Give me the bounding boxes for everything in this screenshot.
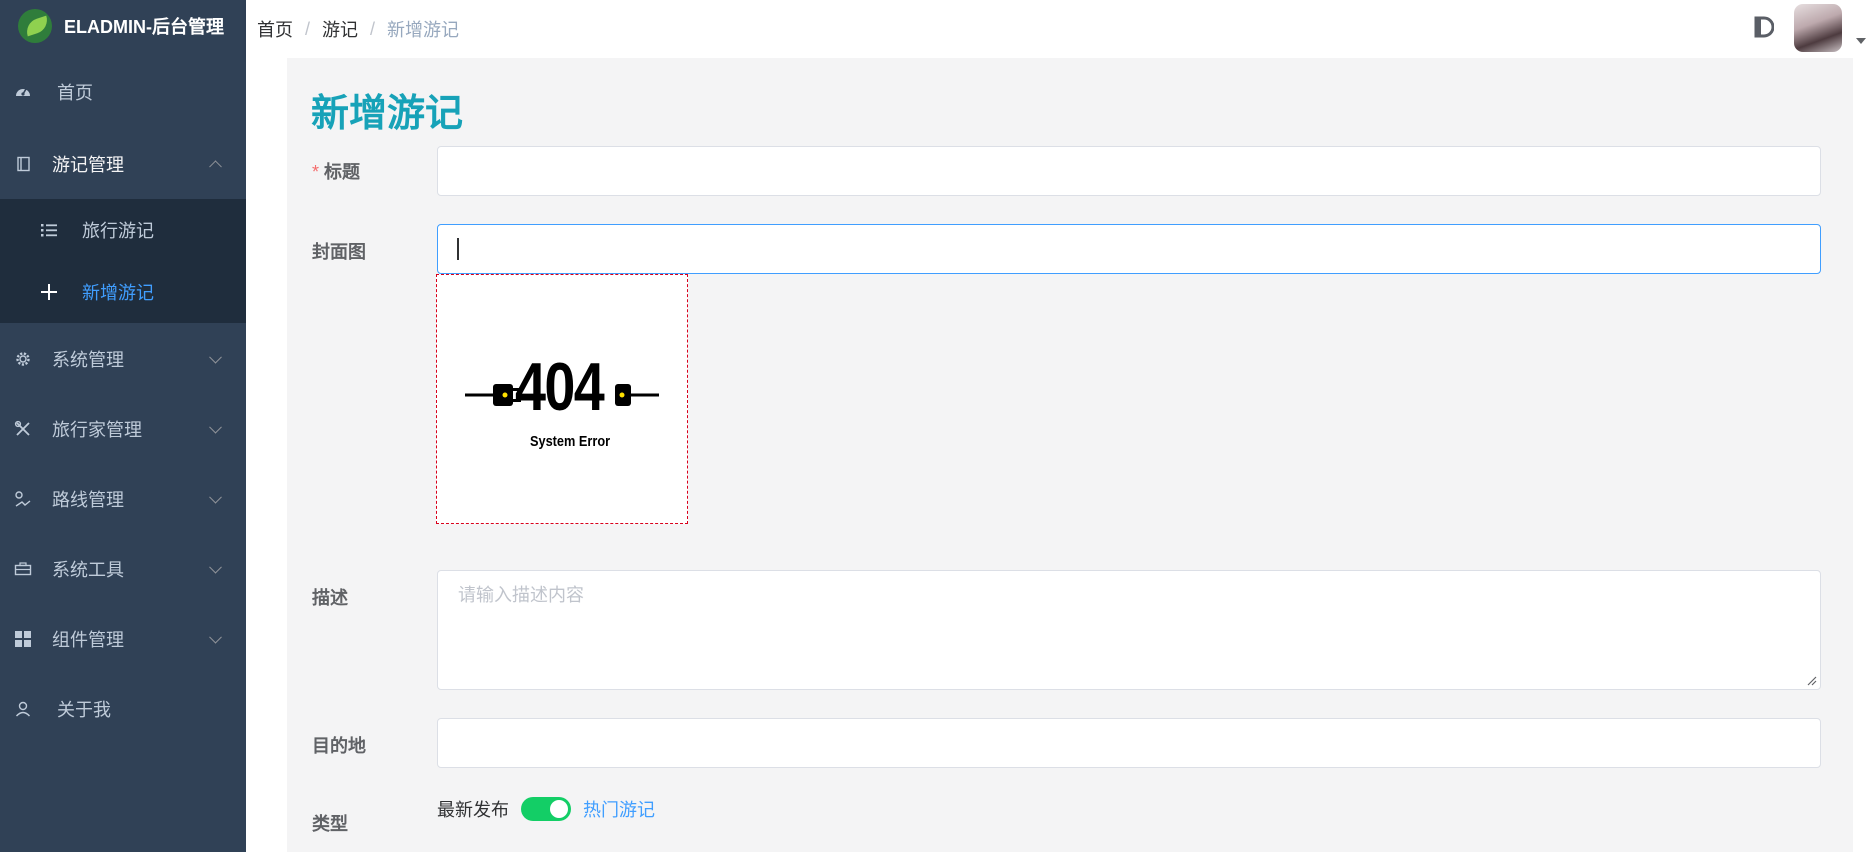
sidebar-item-travel-list[interactable]: 旅行游记 xyxy=(0,199,246,261)
plug-right-icon xyxy=(615,384,659,406)
chevron-up-icon xyxy=(209,160,222,174)
user-icon xyxy=(14,700,32,718)
list-icon xyxy=(40,221,58,239)
breadcrumb-travelogue[interactable]: 游记 xyxy=(322,16,358,42)
app-logo[interactable]: ELADMIN-后台管理 xyxy=(0,0,246,52)
gear-icon xyxy=(14,350,32,368)
type-on-label[interactable]: 热门游记 xyxy=(583,796,655,822)
required-mark: * xyxy=(312,162,320,182)
breadcrumb-home[interactable]: 首页 xyxy=(257,16,293,42)
description-label: 描述 xyxy=(312,588,348,608)
breadcrumb-separator: / xyxy=(370,18,376,39)
cover-label: 封面图 xyxy=(312,242,366,262)
sidebar-item-routes[interactable]: 路线管理 xyxy=(0,471,246,527)
title-label: * 标题 xyxy=(312,158,360,184)
sidebar-item-label: 旅行家管理 xyxy=(52,420,142,440)
type-label: 类型 xyxy=(312,814,348,834)
sidebar-item-label: 游记管理 xyxy=(52,155,124,175)
chevron-down-icon xyxy=(209,630,222,644)
cover-input[interactable] xyxy=(437,224,1821,274)
cover-preview: 404 System Error xyxy=(436,274,688,524)
breadcrumb-separator: / xyxy=(305,18,311,39)
sidebar-item-label: 组件管理 xyxy=(52,630,124,650)
avatar[interactable] xyxy=(1794,4,1842,52)
text-cursor xyxy=(457,238,459,260)
plus-icon xyxy=(40,283,58,301)
main-content: 新增游记 * 标题 封面图 404 System Error 描述 请输入描述内… xyxy=(246,58,1872,852)
sidebar-item-system[interactable]: 系统管理 xyxy=(0,331,246,387)
chevron-down-icon xyxy=(209,420,222,434)
title-input[interactable] xyxy=(437,146,1821,196)
error-message: System Error xyxy=(530,433,611,450)
description-textarea[interactable]: 请输入描述内容 xyxy=(437,570,1821,690)
title-label-text: 标题 xyxy=(324,162,361,182)
resize-handle-icon[interactable] xyxy=(1807,676,1817,686)
chevron-down-icon xyxy=(209,490,222,504)
breadcrumb: 首页 / 游记 / 新增游记 xyxy=(257,16,459,42)
sidebar: ELADMIN-后台管理 首页 游记管理 旅行游记 新增游记 系统管理 旅行家管… xyxy=(0,0,246,852)
switch-knob xyxy=(550,800,568,818)
type-off-label[interactable]: 最新发布 xyxy=(437,796,509,822)
type-toggle-switch[interactable] xyxy=(521,797,571,821)
topbar: 首页 / 游记 / 新增游记 xyxy=(246,0,1872,59)
sidebar-item-label: 系统工具 xyxy=(52,560,124,580)
sidebar-item-home[interactable]: 首页 xyxy=(0,64,246,120)
grid-icon xyxy=(14,630,32,648)
form-panel: 新增游记 * 标题 封面图 404 System Error 描述 请输入描述内… xyxy=(287,58,1853,852)
sidebar-subitem-label: 旅行游记 xyxy=(82,221,154,241)
sidebar-item-about[interactable]: 关于我 xyxy=(0,681,246,737)
sidebar-item-label: 关于我 xyxy=(57,700,111,720)
page-title: 新增游记 xyxy=(311,93,464,135)
route-icon xyxy=(14,490,32,508)
destination-label: 目的地 xyxy=(312,736,366,756)
sidebar-subitem-label: 新增游记 xyxy=(82,283,154,303)
breadcrumb-current: 新增游记 xyxy=(387,20,460,40)
destination-input[interactable] xyxy=(437,718,1821,768)
sidebar-item-label: 系统管理 xyxy=(52,350,124,370)
app-title: ELADMIN-后台管理 xyxy=(64,17,224,37)
chevron-down-icon xyxy=(209,350,222,364)
sidebar-item-label: 首页 xyxy=(57,83,93,103)
sidebar-item-add-travelogue[interactable]: 新增游记 xyxy=(0,261,246,323)
toolbox-icon xyxy=(14,560,32,578)
type-switch-group: 最新发布 热门游记 xyxy=(437,796,655,822)
error-code: 404 xyxy=(515,349,605,425)
sidebar-item-travelers[interactable]: 旅行家管理 xyxy=(0,401,246,457)
chevron-down-icon xyxy=(209,560,222,574)
leaf-logo-icon xyxy=(18,9,52,43)
sidebar-item-label: 路线管理 xyxy=(52,490,124,510)
caret-down-icon[interactable] xyxy=(1856,38,1866,44)
sidebar-item-travelogues[interactable]: 游记管理 xyxy=(0,136,246,192)
sidebar-item-components[interactable]: 组件管理 xyxy=(0,611,246,667)
dashboard-icon xyxy=(14,83,32,101)
tools-icon xyxy=(14,420,32,438)
book-icon xyxy=(14,155,32,173)
description-placeholder: 请输入描述内容 xyxy=(458,585,584,605)
sidebar-item-tools[interactable]: 系统工具 xyxy=(0,541,246,597)
document-icon[interactable] xyxy=(1754,16,1775,38)
